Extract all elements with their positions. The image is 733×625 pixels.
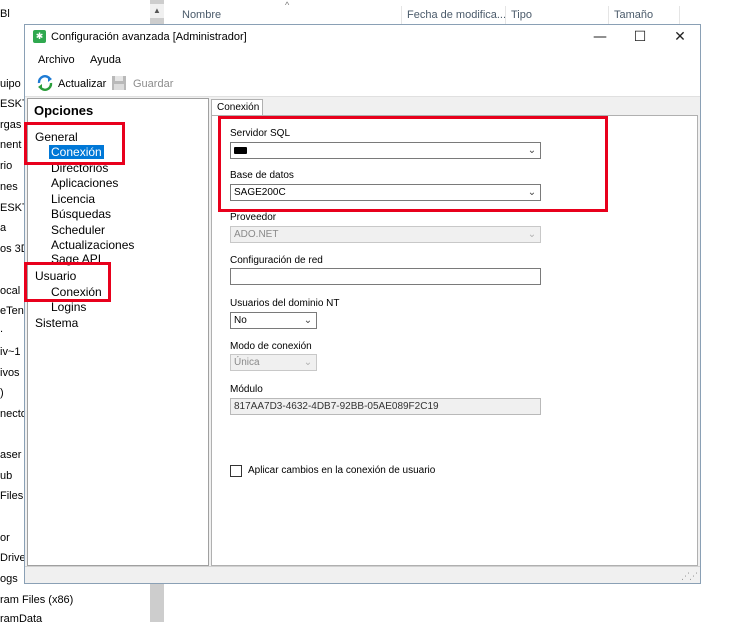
options-tree: Opciones General Conexión Directorios Ap…	[27, 98, 209, 566]
tree-item-logins[interactable]: Logins	[51, 300, 86, 314]
app-icon: ✱	[33, 30, 46, 43]
nav-item[interactable]: ivos	[0, 367, 20, 379]
highlight-general-connection	[24, 122, 125, 165]
network-config-input[interactable]	[230, 268, 541, 285]
resize-grip-icon[interactable]: ⋰⋰	[681, 571, 698, 582]
nav-item[interactable]: Bl	[0, 8, 10, 20]
nav-item[interactable]: ogs	[0, 573, 18, 585]
toolbar: Actualizar Guardar	[25, 71, 700, 97]
tree-item-system[interactable]: Sistema	[35, 316, 78, 330]
maximize-button[interactable]: ☐	[620, 25, 660, 49]
connection-mode-select: Única ⌄	[230, 354, 317, 371]
save-label: Guardar	[133, 78, 174, 90]
nav-item[interactable]: os 3D	[0, 243, 24, 255]
highlight-user-connection	[24, 262, 111, 302]
refresh-icon	[37, 75, 53, 91]
minimize-button[interactable]: —	[580, 25, 620, 49]
chevron-down-icon: ⌄	[303, 357, 313, 368]
connection-mode-value: Única	[234, 357, 260, 368]
module-label: Módulo	[230, 384, 263, 395]
nav-item[interactable]: )	[0, 387, 4, 399]
nav-item[interactable]: ram Files (x86)	[0, 594, 73, 606]
save-button[interactable]: Guardar	[109, 73, 175, 94]
close-button[interactable]: ✕	[660, 25, 700, 49]
nav-item[interactable]: rio	[0, 160, 12, 172]
provider-value: ADO.NET	[234, 229, 279, 240]
tree-item-scheduler[interactable]: Scheduler	[51, 223, 105, 237]
tree-item-searches[interactable]: Búsquedas	[51, 207, 111, 221]
chevron-down-icon: ⌄	[303, 315, 313, 326]
nav-item[interactable]: iv~1	[0, 346, 21, 358]
nav-item[interactable]: ocal	[0, 285, 20, 297]
nav-item[interactable]: or	[0, 532, 10, 544]
column-separator	[401, 6, 402, 24]
save-disk-icon	[112, 76, 126, 90]
nav-item[interactable]: aser	[0, 449, 21, 461]
connection-mode-label: Modo de conexión	[230, 341, 312, 352]
refresh-button[interactable]: Actualizar	[33, 73, 109, 94]
module-field[interactable]: 817AA7D3-4632-4DB7-92BB-05AE089F2C19	[230, 398, 541, 415]
module-value: 817AA7D3-4632-4DB7-92BB-05AE089F2C19	[234, 401, 439, 412]
status-bar: ⋰⋰	[25, 566, 700, 583]
scroll-up-icon[interactable]: ▲	[150, 4, 164, 18]
window-title: Configuración avanzada [Administrador]	[51, 31, 247, 43]
column-header-name[interactable]: Nombre	[182, 9, 221, 21]
nt-domain-users-select[interactable]: No ⌄	[230, 312, 317, 329]
advanced-config-dialog: ✱ Configuración avanzada [Administrador]…	[24, 24, 701, 584]
column-header-size[interactable]: Tamaño	[614, 9, 653, 21]
column-separator	[608, 6, 609, 24]
nav-item[interactable]: uipo	[0, 78, 21, 90]
nt-domain-users-label: Usuarios del dominio NT	[230, 298, 340, 309]
column-header-type[interactable]: Tipo	[511, 9, 532, 21]
nav-item[interactable]: a	[0, 222, 6, 234]
tree-item-updates[interactable]: Actualizaciones	[51, 238, 134, 252]
column-separator	[679, 6, 680, 24]
chevron-down-icon: ⌄	[527, 229, 537, 240]
tree-item-license[interactable]: Licencia	[51, 192, 95, 206]
nav-item[interactable]: Drive	[0, 552, 24, 564]
provider-label: Proveedor	[230, 212, 277, 223]
sort-chevron-icon: ^	[285, 0, 290, 10]
menu-bar: Archivo Ayuda	[25, 49, 700, 71]
nav-item[interactable]: rgas	[0, 119, 21, 131]
nav-item[interactable]: nes	[0, 181, 18, 193]
title-bar[interactable]: ✱ Configuración avanzada [Administrador]…	[25, 25, 700, 49]
nav-item[interactable]: ESKT	[0, 202, 24, 214]
tree-item-applications[interactable]: Aplicaciones	[51, 176, 118, 190]
menu-help[interactable]: Ayuda	[90, 54, 121, 66]
column-header-modified[interactable]: Fecha de modifica...	[407, 9, 506, 21]
nav-item[interactable]: nent	[0, 139, 21, 151]
apply-user-connection-label: Aplicar cambios en la conexión de usuari…	[248, 465, 436, 476]
refresh-label: Actualizar	[58, 78, 107, 90]
nt-domain-users-value: No	[234, 315, 247, 326]
nav-item[interactable]: eTen	[0, 305, 24, 317]
network-config-label: Configuración de red	[230, 255, 323, 266]
column-separator	[505, 6, 506, 24]
nav-item[interactable]: ub	[0, 470, 12, 482]
nav-item[interactable]: ramData	[0, 613, 42, 625]
menu-file[interactable]: Archivo	[38, 54, 75, 66]
nav-item[interactable]: .	[0, 323, 3, 335]
nav-item[interactable]: Files	[0, 490, 23, 502]
nav-item[interactable]: necto	[0, 408, 24, 420]
nav-item[interactable]: ESKT	[0, 98, 24, 110]
provider-select: ADO.NET ⌄	[230, 226, 541, 243]
options-heading: Opciones	[34, 103, 94, 118]
highlight-sql-server-database	[218, 116, 608, 212]
explorer-nav-list: Bl uipo ESKT rgas nent rio nes ESKT a os…	[0, 0, 24, 622]
tab-connection[interactable]: Conexión	[211, 99, 263, 116]
apply-user-connection-checkbox[interactable]	[230, 465, 242, 477]
